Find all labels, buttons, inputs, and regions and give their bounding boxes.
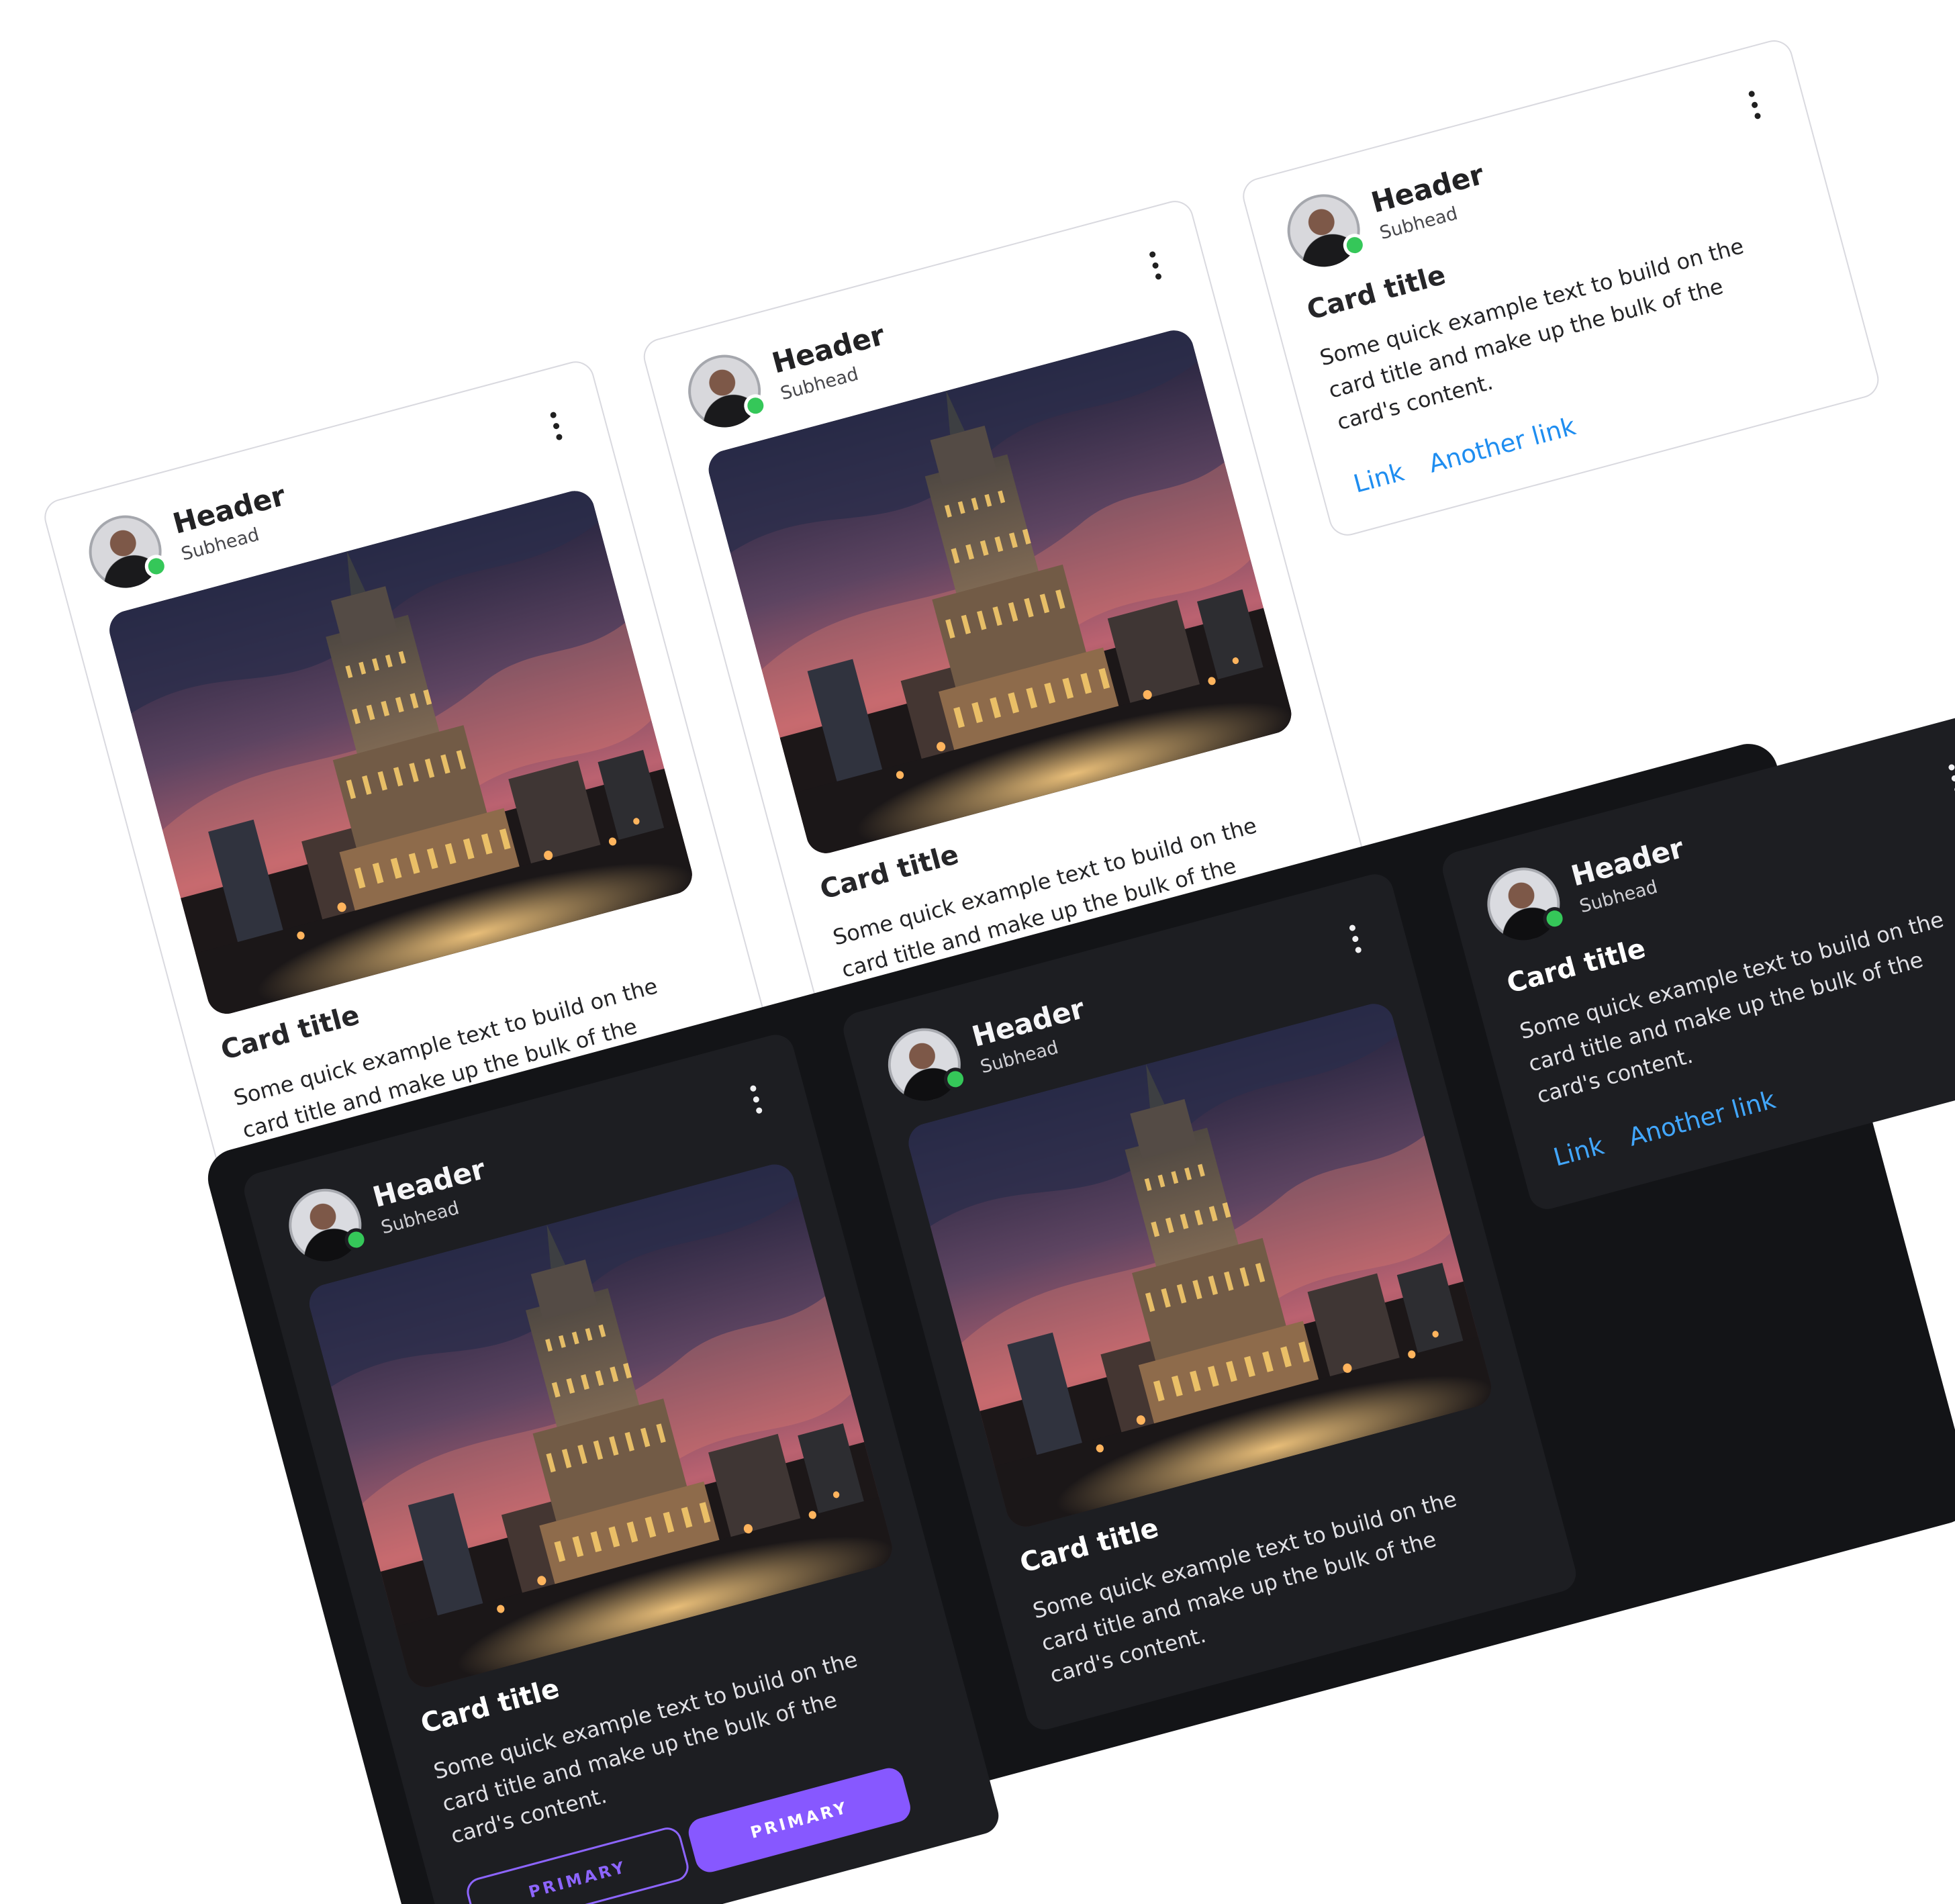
online-status-icon	[1341, 231, 1369, 259]
link-2[interactable]: Another link	[1625, 1085, 1778, 1152]
avatar-icon	[1479, 859, 1569, 949]
link-1[interactable]: Link	[1351, 457, 1407, 498]
avatar-icon	[81, 507, 171, 596]
link-1[interactable]: Link	[1550, 1131, 1607, 1172]
online-status-icon	[741, 391, 770, 420]
vertical-ellipsis-icon[interactable]	[1731, 72, 1777, 137]
vertical-ellipsis-icon[interactable]	[1332, 906, 1378, 971]
header-text: Header Subhead	[1568, 831, 1694, 916]
online-status-icon	[342, 1225, 371, 1254]
header-text: Header Subhead	[1368, 158, 1494, 243]
header-text: Header Subhead	[369, 1153, 495, 1238]
online-status-icon	[142, 552, 171, 581]
vertical-ellipsis-icon[interactable]	[732, 1067, 779, 1132]
vertical-ellipsis-icon[interactable]	[1132, 232, 1178, 297]
avatar-icon	[679, 346, 770, 436]
dark-media-card: Header Subhead Card title Some quick exa…	[839, 869, 1580, 1734]
avatar-icon	[281, 1180, 371, 1270]
header-text: Header Subhead	[169, 479, 295, 565]
header-text: Header Subhead	[769, 318, 895, 403]
light-link-card: Header Subhead Card title Some quick exa…	[1239, 36, 1883, 540]
avatar-icon	[1279, 186, 1369, 275]
online-status-icon	[941, 1065, 969, 1094]
vertical-ellipsis-icon[interactable]	[1931, 745, 1955, 810]
online-status-icon	[1540, 904, 1569, 933]
header-text: Header Subhead	[969, 992, 1094, 1078]
vertical-ellipsis-icon[interactable]	[532, 393, 579, 459]
avatar-icon	[879, 1020, 969, 1109]
card-gallery: Header Subhead Card title Some quick exa…	[0, 0, 1955, 1904]
link-2[interactable]: Another link	[1425, 412, 1578, 479]
